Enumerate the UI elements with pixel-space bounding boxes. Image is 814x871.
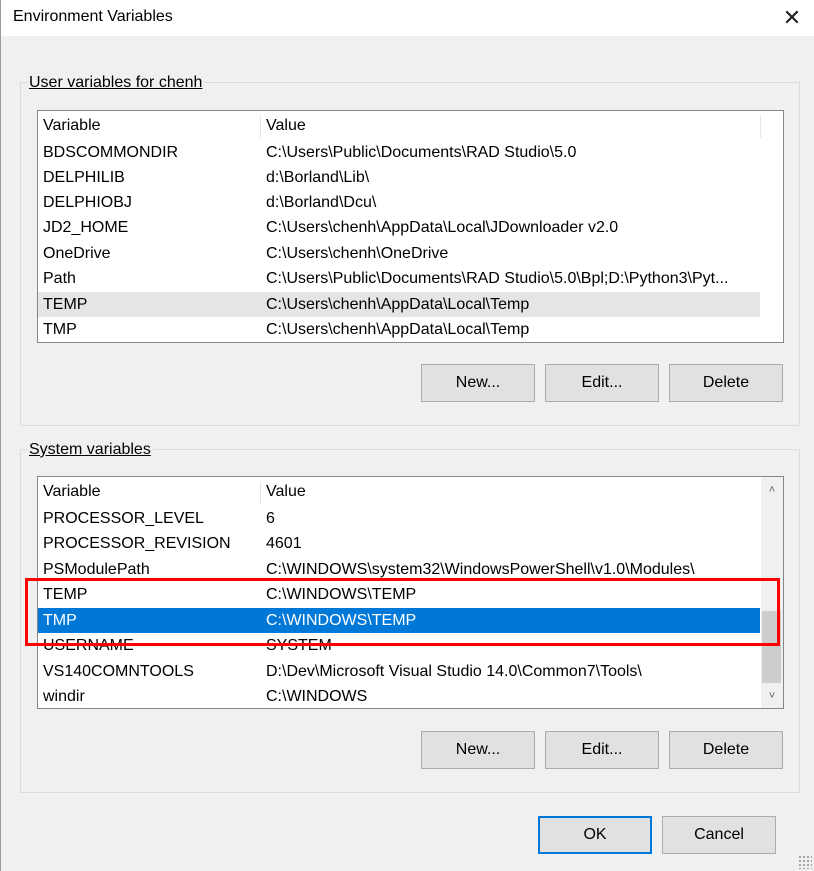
- user-edit-button[interactable]: Edit...: [545, 364, 659, 402]
- table-row[interactable]: windir C:\WINDOWS: [38, 684, 760, 708]
- system-variables-label: System variables: [27, 441, 153, 459]
- close-button[interactable]: ✕: [769, 0, 814, 36]
- user-variables-list[interactable]: Variable Value BDSCOMMONDIR C:\Users\Pub…: [37, 110, 784, 343]
- variable-name: BDSCOMMONDIR: [43, 143, 179, 161]
- variable-value: C:\Users\Public\Documents\RAD Studio\5.0…: [266, 269, 729, 287]
- variable-value: C:\Users\Public\Documents\RAD Studio\5.0: [266, 143, 577, 161]
- cancel-button[interactable]: Cancel: [662, 816, 776, 854]
- table-row[interactable]: DELPHILIB d:\Borland\Lib\: [38, 165, 760, 190]
- variable-name: PSModulePath: [43, 560, 150, 578]
- annotation-highlight-box: [25, 578, 780, 646]
- variable-value: 4601: [266, 534, 302, 552]
- variable-name: JD2_HOME: [43, 218, 129, 236]
- table-row[interactable]: BDSCOMMONDIR C:\Users\Public\Documents\R…: [38, 140, 760, 165]
- window-title: Environment Variables: [13, 8, 173, 25]
- list-header: Variable Value: [38, 113, 783, 138]
- variable-value: C:\Users\chenh\AppData\Local\JDownloader…: [266, 218, 619, 236]
- list-header: Variable Value: [38, 479, 760, 504]
- variable-name: Path: [43, 269, 76, 287]
- variable-value: d:\Borland\Dcu\: [266, 193, 377, 211]
- column-header-variable[interactable]: Variable: [43, 483, 101, 501]
- title-bar: Environment Variables ✕: [1, 0, 814, 36]
- table-row[interactable]: JD2_HOME C:\Users\chenh\AppData\Local\JD…: [38, 215, 760, 240]
- variable-name: DELPHILIB: [43, 168, 125, 186]
- system-delete-button[interactable]: Delete: [669, 731, 783, 769]
- column-header-value[interactable]: Value: [266, 117, 306, 135]
- variable-value: D:\Dev\Microsoft Visual Studio 14.0\Comm…: [266, 662, 642, 680]
- column-header-value[interactable]: Value: [266, 483, 306, 501]
- variable-value: 6: [266, 509, 275, 527]
- variable-name: VS140COMNTOOLS: [43, 662, 194, 680]
- scroll-down-icon[interactable]: ˅: [761, 687, 783, 705]
- variable-name: windir: [43, 687, 85, 705]
- system-edit-button[interactable]: Edit...: [545, 731, 659, 769]
- column-divider: [760, 116, 761, 138]
- variable-name: OneDrive: [43, 244, 111, 262]
- table-row[interactable]: PROCESSOR_REVISION 4601: [38, 531, 760, 556]
- variable-name: DELPHIOBJ: [43, 193, 132, 211]
- user-variables-label: User variables for chenh: [27, 74, 205, 92]
- variable-value: C:\Users\chenh\AppData\Local\Temp: [266, 295, 530, 313]
- variable-value: C:\Users\chenh\OneDrive: [266, 244, 449, 262]
- ok-button[interactable]: OK: [538, 816, 652, 854]
- variable-value: C:\WINDOWS\system32\WindowsPowerShell\v1…: [266, 560, 695, 578]
- table-row[interactable]: PROCESSOR_LEVEL 6: [38, 506, 760, 531]
- variable-value: C:\WINDOWS: [266, 687, 368, 705]
- table-row[interactable]: TMP C:\Users\chenh\AppData\Local\Temp: [38, 317, 760, 342]
- resize-grip-icon[interactable]: [798, 855, 812, 869]
- variable-name: TEMP: [43, 295, 88, 313]
- user-delete-button[interactable]: Delete: [669, 364, 783, 402]
- table-row[interactable]: OneDrive C:\Users\chenh\OneDrive: [38, 241, 760, 266]
- column-divider: [260, 482, 261, 504]
- table-row[interactable]: Path C:\Users\Public\Documents\RAD Studi…: [38, 266, 760, 291]
- variable-name: PROCESSOR_LEVEL: [43, 509, 204, 527]
- variable-value: d:\Borland\Lib\: [266, 168, 370, 186]
- column-divider: [260, 116, 261, 138]
- table-row[interactable]: DELPHIOBJ d:\Borland\Dcu\: [38, 190, 760, 215]
- column-header-variable[interactable]: Variable: [43, 117, 101, 135]
- table-row-selected[interactable]: TEMP C:\Users\chenh\AppData\Local\Temp: [38, 292, 760, 317]
- variable-name: PROCESSOR_REVISION: [43, 534, 231, 552]
- user-new-button[interactable]: New...: [421, 364, 535, 402]
- scroll-up-icon[interactable]: ˄: [761, 481, 783, 499]
- environment-variables-dialog: Environment Variables ✕ User variables f…: [0, 0, 814, 871]
- table-row[interactable]: VS140COMNTOOLS D:\Dev\Microsoft Visual S…: [38, 659, 760, 684]
- system-new-button[interactable]: New...: [421, 731, 535, 769]
- close-icon: ✕: [782, 5, 802, 30]
- variable-name: TMP: [43, 320, 77, 338]
- variable-value: C:\Users\chenh\AppData\Local\Temp: [266, 320, 530, 338]
